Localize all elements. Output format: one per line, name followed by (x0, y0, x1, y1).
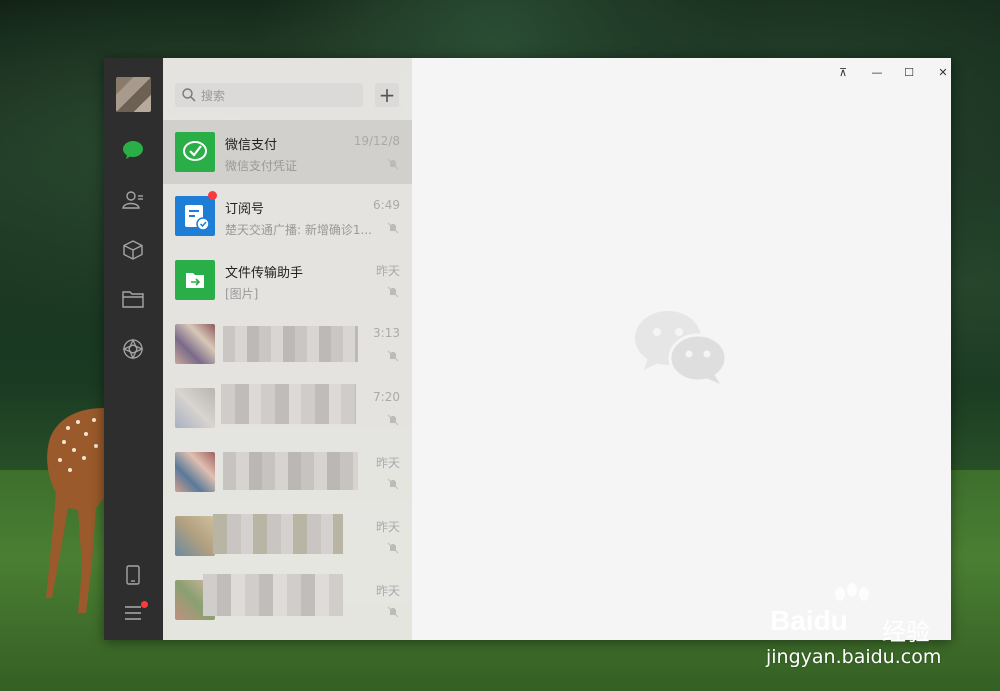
file-transfer-avatar (175, 260, 215, 300)
chat-time: 3:13 (373, 326, 400, 340)
watermark-cn: 经验 (882, 618, 930, 646)
chat-name: 订阅号 (225, 202, 265, 217)
chat-name: 微信支付 (225, 138, 278, 153)
maximize-button[interactable]: ☐ (898, 64, 920, 80)
search-placeholder: 搜索 (201, 88, 226, 103)
group-avatar (175, 388, 215, 428)
box-icon[interactable] (121, 238, 145, 262)
chat-preview: [图片] (225, 287, 259, 301)
group-avatar (175, 324, 215, 364)
chat-time: 6:49 (373, 198, 400, 212)
blurred-content (213, 514, 343, 554)
folder-icon[interactable] (121, 287, 145, 311)
mute-icon (387, 158, 399, 170)
chat-icon[interactable] (121, 138, 145, 162)
menu-badge (141, 601, 148, 608)
avatar[interactable] (116, 77, 151, 112)
search-icon (182, 88, 196, 102)
chat-preview: 楚天交通广播: 新增确诊1... (225, 223, 371, 237)
chat-time: 昨天 (375, 520, 400, 534)
add-button[interactable]: + (375, 83, 399, 107)
moments-icon[interactable] (121, 337, 145, 361)
wechat-pay-avatar (175, 132, 215, 172)
mute-icon (387, 606, 399, 618)
watermark-brand: Baidu (770, 605, 848, 636)
chat-time: 昨天 (375, 584, 400, 598)
close-button[interactable]: ✕ (932, 64, 954, 80)
group-avatar (175, 452, 215, 492)
mute-icon (387, 350, 399, 362)
search-input[interactable]: 搜索 (175, 83, 363, 107)
chat-time: 昨天 (375, 264, 400, 278)
watermark-url: jingyan.baidu.com (766, 646, 942, 668)
wechat-logo-icon (635, 311, 728, 384)
pin-icon[interactable]: ⊼ (832, 64, 854, 80)
mute-icon (387, 286, 399, 298)
chat-item-blurred[interactable]: 7:20 (163, 376, 412, 440)
menu-icon[interactable] (121, 601, 148, 625)
chat-item-wechat-pay[interactable]: 微信支付 微信支付凭证 19/12/8 (163, 120, 412, 184)
chat-item-blurred[interactable]: 昨天 (163, 568, 412, 632)
mute-icon (387, 478, 399, 490)
blurred-content (223, 452, 358, 490)
mute-icon (387, 414, 399, 426)
chat-item-blurred[interactable]: 3:13 (163, 312, 412, 376)
minimize-button[interactable]: — (866, 64, 888, 80)
chat-item-blurred[interactable]: 昨天 (163, 504, 412, 568)
chat-time: 7:20 (373, 390, 400, 404)
subscriptions-avatar (175, 196, 215, 236)
mute-icon (387, 542, 399, 554)
chat-item-subscriptions[interactable]: 订阅号 楚天交通广播: 新增确诊1... 6:49 (163, 184, 412, 248)
chat-preview: 微信支付凭证 (225, 159, 298, 173)
unread-badge (208, 191, 217, 200)
chat-time: 19/12/8 (353, 134, 400, 148)
blurred-content (223, 326, 358, 362)
contacts-icon[interactable] (121, 188, 145, 212)
chat-name: 文件传输助手 (225, 266, 304, 281)
sidebar-nav (104, 58, 163, 640)
blurred-content (203, 574, 343, 616)
chat-item-file-transfer[interactable]: 文件传输助手 [图片] 昨天 (163, 248, 412, 312)
chat-list-panel: 搜索 + 微信支付 微信支付凭证 19/12/8 订阅号 楚天交通广播: 新增确… (163, 58, 412, 640)
wechat-window: 搜索 + 微信支付 微信支付凭证 19/12/8 订阅号 楚天交通广播: 新增确… (104, 58, 951, 640)
blurred-content (221, 384, 356, 424)
chat-time: 昨天 (375, 456, 400, 470)
group-avatar (175, 516, 215, 556)
chat-list: 微信支付 微信支付凭证 19/12/8 订阅号 楚天交通广播: 新增确诊1...… (163, 120, 412, 632)
mute-icon (387, 222, 399, 234)
chat-item-blurred[interactable]: 昨天 (163, 440, 412, 504)
phone-icon[interactable] (121, 563, 145, 587)
chat-main-area: ⊼ — ☐ ✕ (412, 58, 951, 640)
